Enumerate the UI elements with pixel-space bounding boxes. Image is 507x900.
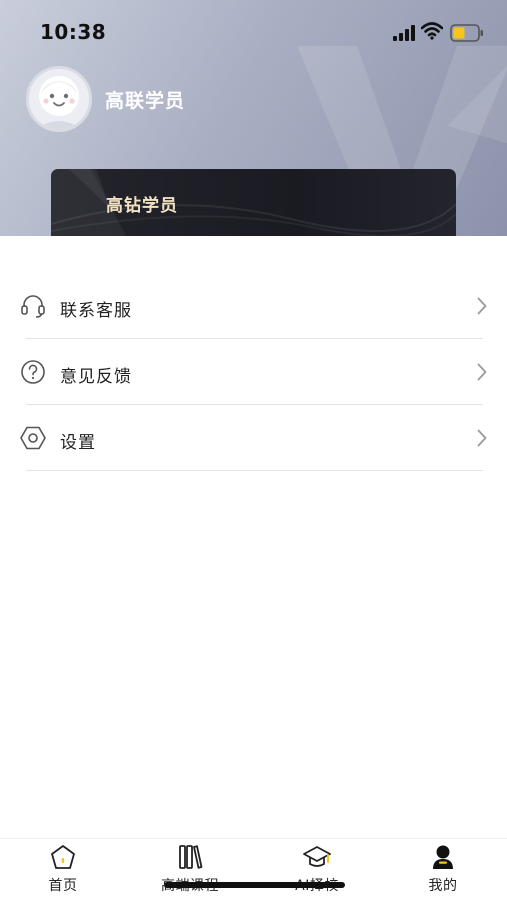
question-circle-icon — [21, 360, 45, 384]
settings-menu: 联系客服 意见反馈 设置 — [0, 273, 507, 471]
profile-icon — [433, 845, 453, 869]
menu-item-feedback[interactable]: 意见反馈 — [0, 339, 507, 405]
status-time: 10:38 — [40, 20, 107, 44]
tab-premium-courses[interactable]: 高端课程 — [145, 843, 235, 897]
menu-item-customer-service[interactable]: 联系客服 — [0, 273, 507, 339]
graduation-cap-icon — [303, 846, 331, 867]
chevron-right-icon — [477, 429, 487, 447]
tab-home[interactable]: 首页 — [18, 843, 108, 897]
tab-me[interactable]: 我的 — [398, 843, 488, 897]
member-card[interactable]: 高钻学员 — [51, 169, 456, 236]
books-icon — [179, 845, 203, 869]
battery-icon — [450, 24, 483, 42]
menu-item-settings[interactable]: 设置 — [0, 405, 507, 471]
chevron-right-icon — [477, 297, 487, 315]
menu-label: 联系客服 — [60, 301, 132, 321]
divider — [26, 470, 483, 471]
tab-label: 我的 — [428, 878, 458, 894]
chevron-right-icon — [477, 363, 487, 381]
signal-icon — [393, 25, 415, 41]
tab-ai-school-selection[interactable]: AI择校 — [272, 843, 362, 897]
status-bar: 10:38 — [0, 0, 507, 62]
menu-label: 设置 — [60, 433, 96, 453]
home-indicator — [164, 882, 345, 888]
profile-header: 10:38 高联学员 高钻学员 — [0, 0, 507, 236]
menu-label: 意见反馈 — [60, 367, 132, 387]
hexagon-settings-icon — [20, 426, 46, 450]
user-name: 高联学员 — [105, 90, 186, 112]
home-icon — [51, 845, 75, 869]
member-level-label: 高钻学员 — [106, 196, 178, 216]
wifi-icon — [421, 22, 443, 40]
headset-icon — [21, 295, 45, 318]
bottom-tab-bar: 首页 高端课程 AI择校 我的 — [0, 838, 507, 900]
tab-label: 首页 — [48, 878, 78, 894]
avatar[interactable] — [26, 66, 92, 132]
smiley-face-icon — [29, 69, 89, 129]
